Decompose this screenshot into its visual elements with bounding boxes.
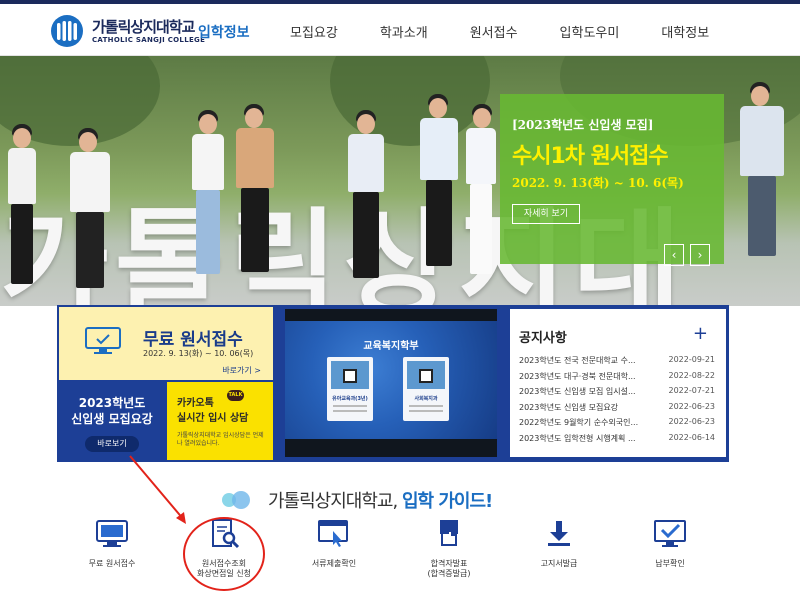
hand-card-icon <box>440 520 458 546</box>
section-title[interactable]: 입학정보 <box>198 22 250 42</box>
notice-list: 2023학년도 전국 전문대학교 수... 2022-09-21 2023학년도 … <box>519 355 715 448</box>
bubble-decoration <box>232 491 250 509</box>
logo-english-name: CATHOLIC SANGJI COLLEGE <box>92 36 206 44</box>
free-application-date: 2022. 9. 13(화) ~ 10. 06(목) <box>143 349 254 358</box>
guide-item-label: 합격자발표 (합격증발급) <box>427 559 471 578</box>
nav-item-college-info[interactable]: 대학정보 <box>661 22 709 41</box>
site-header: 가톨릭상지대학교 CATHOLIC SANGJI COLLEGE 입학정보 모집… <box>0 4 800 56</box>
slider-prev-button[interactable]: ‹ <box>664 244 684 266</box>
guide-item-label: 무료 원서접수 <box>88 559 136 568</box>
promo-tag: [2023학년도 신입생 모집] <box>512 118 654 132</box>
guide-item-label: 납부확인 <box>655 559 685 568</box>
notice-title: 공지사항 <box>519 331 567 346</box>
annotation-circle <box>183 517 265 591</box>
recruitment-guide-title: 신입생 모집요강 <box>71 412 153 426</box>
promo-title: 수시1차 원서접수 <box>512 144 669 169</box>
nav-item-admission-helper[interactable]: 입학도우미 <box>560 22 620 41</box>
nav-item-application[interactable]: 원서접수 <box>470 22 518 41</box>
kakao-title: 카카오톡 <box>177 398 214 409</box>
promo-box: [2023학년도 신입생 모집] 수시1차 원서접수 2022. 9. 13(화… <box>500 94 724 264</box>
guide-item-invoice[interactable]: 고지서발급 <box>504 519 614 569</box>
college-logo-icon[interactable] <box>50 14 84 48</box>
guide-item-results[interactable]: 합격자발표 (합격증발급) <box>394 519 504 579</box>
kakao-talk-icon: TALK <box>227 390 244 401</box>
notice-row[interactable]: 2022학년도 9월학기 순수외국인... 2022-06-23 <box>519 417 715 433</box>
brochure-title: 유아교육과(3년) <box>332 396 368 402</box>
qr-code-icon <box>343 369 357 383</box>
video-title: 교육복지학부 <box>363 341 419 352</box>
video-player[interactable]: 교육복지학부 유아교육과(3년) 사회복지과 <box>285 309 497 457</box>
guide-item-label: 서류제출확인 <box>311 559 357 568</box>
kakao-consult-card[interactable]: 카카오톡 TALK 실시간 입시 상담 가톨릭상지대학교 입시상담은 언제나 열… <box>167 382 273 460</box>
brochure-image: 사회복지과 <box>403 357 449 421</box>
guide-item-document-check[interactable]: 서류제출확인 <box>279 519 389 569</box>
recruitment-guide-card[interactable]: 2023학년도 신입생 모집요강 바로보기 <box>59 382 165 460</box>
free-application-title: 무료 원서접수 <box>143 330 243 350</box>
qr-code-icon <box>419 369 433 383</box>
download-icon <box>548 521 570 546</box>
check-monitor-icon <box>654 520 686 547</box>
free-application-card[interactable]: 무료 원서접수 2022. 9. 13(화) ~ 10. 06(목) 바로가기 … <box>59 307 273 380</box>
quick-panel: 무료 원서접수 2022. 9. 13(화) ~ 10. 06(목) 바로가기 … <box>57 305 729 462</box>
slider-next-button[interactable]: › <box>690 244 710 266</box>
kakao-description: 가톨릭상지대학교 입시상담은 언제나 열려있습니다. <box>177 432 264 447</box>
main-nav: 모집요강 학과소개 원서접수 입학도우미 대학정보 <box>290 22 751 41</box>
notice-row[interactable]: 2023학년도 전국 전문대학교 수... 2022-09-21 <box>519 355 715 371</box>
monitor-icon <box>85 327 121 354</box>
notice-board: 공지사항 + 2023학년도 전국 전문대학교 수... 2022-09-21 2… <box>510 309 726 457</box>
guide-item-payment-check[interactable]: 납부확인 <box>615 519 725 569</box>
brochure-title: 사회복지과 <box>414 396 438 402</box>
notice-row[interactable]: 2023학년도 신입생 모집 입시설... 2022-07-21 <box>519 386 715 402</box>
hero-banner: 가톨릭상지대 SA <box>0 56 800 306</box>
recruitment-guide-year: 2023학년도 <box>78 396 146 410</box>
monitor-icon <box>96 520 128 547</box>
admissions-page: 가톨릭상지대학교 CATHOLIC SANGJI COLLEGE 입학정보 모집… <box>0 0 800 600</box>
logo-korean-name[interactable]: 가톨릭상지대학교 <box>92 16 195 37</box>
kakao-subtitle: 실시간 입시 상담 <box>177 413 249 424</box>
promo-date: 2022. 9. 13(화) ~ 10. 6(목) <box>512 176 684 190</box>
admission-guide-title: 가톨릭상지대학교, 입학 가이드! <box>268 491 493 512</box>
notice-row[interactable]: 2023학년도 입학전형 시행계획 ... 2022-06-14 <box>519 433 715 449</box>
brochure-image: 유아교육과(3년) <box>327 357 373 421</box>
guide-item-label: 고지서발급 <box>540 559 578 568</box>
nav-item-recruitment-guide[interactable]: 모집요강 <box>290 22 338 41</box>
notice-row[interactable]: 2023학년도 대구·경북 전문대학... 2022-08-22 <box>519 371 715 387</box>
screen-cursor-icon <box>318 520 348 547</box>
recruitment-guide-view-button[interactable]: 바로보기 <box>85 436 139 452</box>
notice-row[interactable]: 2023학년도 신입생 모집요강 2022-06-23 <box>519 402 715 418</box>
guide-item-free-application[interactable]: 무료 원서접수 <box>57 519 167 569</box>
promo-details-button[interactable]: 자세히 보기 <box>512 204 580 224</box>
video-frame: 교육복지학부 유아교육과(3년) 사회복지과 <box>285 321 497 439</box>
nav-item-departments[interactable]: 학과소개 <box>380 22 428 41</box>
notice-more-plus-icon[interactable]: + <box>693 323 708 344</box>
free-application-link[interactable]: 바로가기 > <box>222 365 261 376</box>
